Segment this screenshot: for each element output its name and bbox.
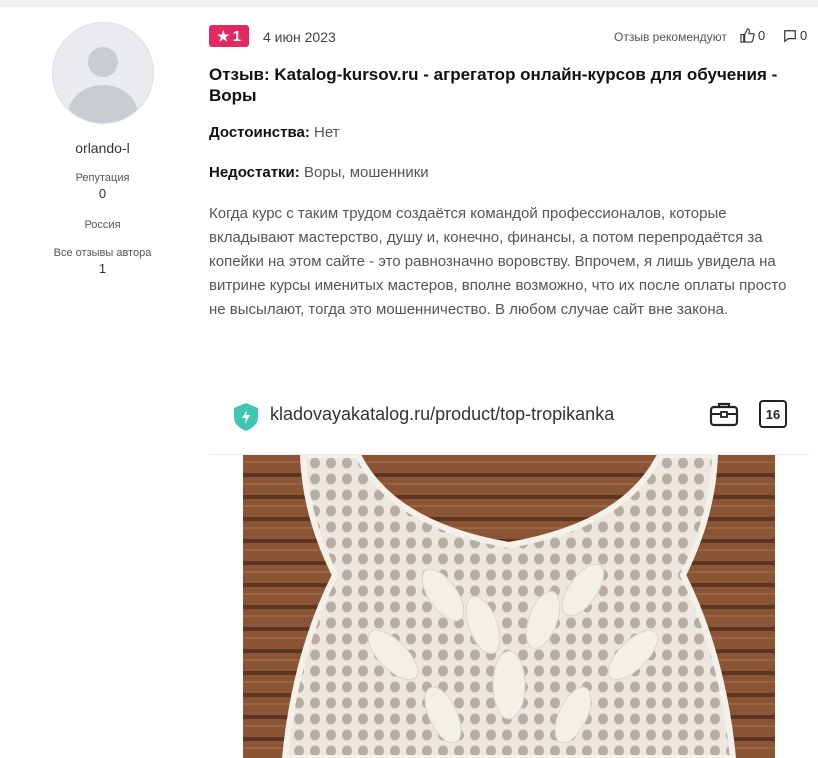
cons-row: Недостатки: Воры, мошенники bbox=[209, 164, 429, 181]
avatar[interactable] bbox=[51, 22, 154, 124]
thumbs-up-icon bbox=[740, 28, 755, 43]
top-strip bbox=[0, 0, 818, 7]
tab-count-badge: 16 bbox=[759, 400, 787, 428]
comments-count: 0 bbox=[800, 28, 808, 43]
embedded-browser-bar: kladovayakatalog.ru/product/top-tropikan… bbox=[209, 392, 809, 455]
author-country: Россия bbox=[84, 219, 121, 231]
reputation-label: Репутация bbox=[75, 172, 130, 184]
avatar-head-shape bbox=[87, 47, 118, 77]
star-icon: ★ bbox=[217, 27, 230, 44]
cons-value: Воры, мошенники bbox=[303, 164, 429, 181]
likes-count: 0 bbox=[758, 28, 766, 43]
review-text: Когда курс с таким трудом создаётся кома… bbox=[209, 205, 787, 318]
comments-button[interactable]: 0 bbox=[783, 28, 807, 43]
product-photo bbox=[243, 455, 775, 758]
rating-badge: ★ 1 bbox=[209, 25, 249, 47]
shield-icon bbox=[234, 403, 258, 431]
author-username[interactable]: orlando-l bbox=[0, 140, 205, 156]
recommend-label: Отзыв рекомендуют bbox=[614, 30, 727, 44]
briefcase-icon bbox=[709, 402, 739, 427]
rating-value: 1 bbox=[232, 27, 241, 45]
pros-label: Достоинства: bbox=[209, 124, 310, 141]
reputation-value: 0 bbox=[98, 186, 107, 201]
avatar-body-shape bbox=[67, 85, 138, 123]
review-title: Отзыв: Katalog-kursov.ru - агрегатор онл… bbox=[209, 65, 778, 105]
pros-value: Нет bbox=[314, 124, 340, 141]
author-reviews-count: 1 bbox=[98, 261, 107, 276]
author-panel: orlando-l Репутация 0 Россия Все отзывы … bbox=[0, 22, 205, 276]
author-reviews-link[interactable]: Все отзывы автора bbox=[0, 247, 205, 259]
cons-label: Недостатки: bbox=[209, 164, 300, 181]
embedded-url: kladovayakatalog.ru/product/top-tropikan… bbox=[270, 404, 615, 424]
crochet-top-image bbox=[243, 455, 775, 758]
like-button[interactable]: 0 bbox=[740, 28, 765, 43]
pros-row: Достоинства: Нет bbox=[209, 124, 340, 141]
comment-icon bbox=[784, 29, 796, 42]
review-date: 4 июн 2023 bbox=[263, 29, 336, 45]
